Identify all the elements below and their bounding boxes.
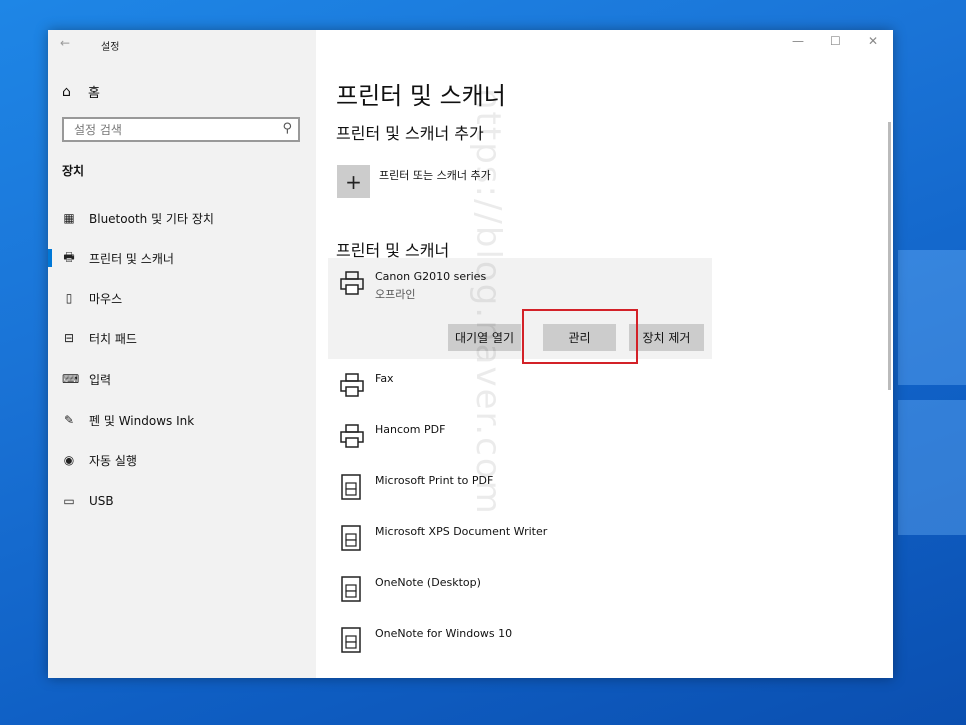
search-box[interactable]: ⚲: [62, 117, 300, 142]
sidebar-item-pen[interactable]: ✎ 펜 및 Windows Ink: [48, 405, 316, 435]
scrollbar[interactable]: [888, 122, 891, 390]
autoplay-icon: ◉: [63, 453, 75, 467]
printer-icon: [340, 424, 364, 448]
mouse-icon: ▯: [65, 291, 73, 305]
add-section-title: 프린터 및 스캐너 추가: [336, 124, 484, 143]
plus-icon: +: [345, 169, 362, 194]
add-printer-button[interactable]: +: [337, 165, 370, 198]
desktop-pane: [898, 250, 966, 385]
minimize-button[interactable]: —: [792, 34, 804, 48]
sidebar-item-touchpad[interactable]: ⊟ 터치 패드: [48, 323, 316, 353]
back-icon[interactable]: ←: [60, 36, 70, 50]
settings-window: ← 설정 ⌂ 홈 ⚲ 장치 ▦ Bluetooth 및 기타 장치 🖶 프린터 …: [48, 30, 893, 678]
sidebar-item-usb[interactable]: ▭ USB: [48, 486, 316, 516]
device-name: Hancom PDF: [375, 423, 446, 436]
document-printer-icon: [341, 525, 361, 551]
remove-device-button[interactable]: 장치 제거: [629, 324, 704, 351]
printer-icon: [340, 373, 364, 397]
document-printer-icon: [341, 474, 361, 500]
sidebar-item-label: Bluetooth 및 기타 장치: [89, 211, 214, 226]
desktop-pane: [898, 400, 966, 535]
window-title: 설정: [101, 42, 120, 53]
maximize-button[interactable]: ☐: [830, 34, 841, 48]
home-link[interactable]: ⌂ 홈: [62, 82, 100, 102]
device-name: Microsoft XPS Document Writer: [375, 525, 548, 538]
search-icon[interactable]: ⚲: [282, 121, 292, 136]
sidebar-item-label: 펜 및 Windows Ink: [89, 413, 195, 428]
sidebar-item-label: USB: [89, 494, 114, 508]
usb-icon: ▭: [63, 494, 75, 508]
device-name: Fax: [375, 372, 394, 385]
printer-icon: 🖶: [63, 249, 75, 264]
document-printer-icon: [341, 627, 361, 653]
sidebar: ← 설정 ⌂ 홈 ⚲ 장치 ▦ Bluetooth 및 기타 장치 🖶 프린터 …: [48, 30, 316, 678]
sidebar-item-label: 프린터 및 스캐너: [89, 251, 174, 266]
highlight-box: [522, 309, 638, 364]
search-input[interactable]: [72, 122, 276, 138]
sidebar-item-mouse[interactable]: ▯ 마우스: [48, 283, 316, 313]
sidebar-item-label: 마우스: [89, 291, 123, 306]
sidebar-item-label: 입력: [89, 372, 112, 387]
touchpad-icon: ⊟: [63, 331, 75, 345]
bluetooth-devices-icon: ▦: [63, 211, 75, 225]
device-name: OneNote for Windows 10: [375, 627, 513, 640]
main-content: — ☐ ✕ 프린터 및 스캐너 프린터 및 스캐너 추가 + 프린터 또는 스캐…: [316, 30, 893, 678]
home-label: 홈: [88, 86, 100, 101]
watermark: https://blog.naver.com: [468, 88, 508, 516]
sidebar-item-label: 자동 실행: [89, 453, 137, 468]
document-printer-icon: [341, 576, 361, 602]
sidebar-item-label: 터치 패드: [89, 331, 137, 346]
printer-icon: [340, 271, 364, 295]
close-button[interactable]: ✕: [868, 34, 878, 48]
pen-icon: ✎: [63, 413, 75, 427]
sidebar-item-typing[interactable]: ⌨ 입력: [48, 364, 316, 394]
keyboard-icon: ⌨: [62, 372, 80, 386]
device-status: 오프라인: [375, 288, 416, 301]
device-name: OneNote (Desktop): [375, 576, 481, 589]
sidebar-item-printers[interactable]: 🖶 프린터 및 스캐너: [48, 243, 316, 273]
home-icon: ⌂: [62, 83, 71, 100]
sidebar-item-bluetooth[interactable]: ▦ Bluetooth 및 기타 장치: [48, 203, 316, 233]
section-title: 장치: [62, 164, 85, 178]
sidebar-item-autoplay[interactable]: ◉ 자동 실행: [48, 445, 316, 475]
